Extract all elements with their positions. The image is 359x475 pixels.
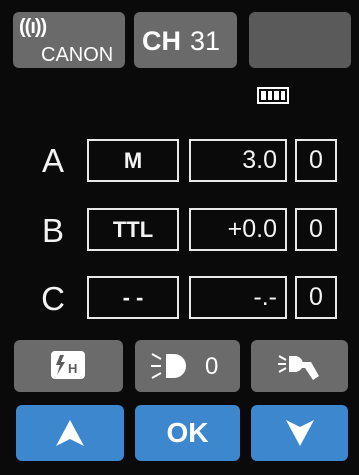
svg-text:H: H bbox=[68, 361, 77, 376]
battery-bar bbox=[274, 91, 279, 100]
brand-label: CANON bbox=[41, 44, 114, 66]
battery-bar bbox=[261, 91, 266, 100]
channel-value: 31 bbox=[190, 26, 221, 56]
modeling-light-value: 0 bbox=[205, 353, 219, 380]
group-b-flash-comp[interactable]: 0 bbox=[295, 208, 337, 251]
channel-button[interactable]: CH 31 bbox=[134, 12, 237, 68]
group-c-flash-comp[interactable]: 0 bbox=[295, 276, 337, 319]
lamp-icon bbox=[277, 350, 323, 387]
battery-bar bbox=[267, 91, 272, 100]
lamp-button[interactable] bbox=[251, 340, 348, 392]
wireless-system-button[interactable]: ((ı)) CANON bbox=[13, 12, 125, 68]
high-speed-sync-icon: H bbox=[51, 351, 85, 379]
ok-button[interactable]: OK bbox=[135, 405, 240, 461]
up-arrow-icon bbox=[56, 420, 84, 446]
group-b-mode[interactable]: TTL bbox=[87, 208, 179, 251]
group-b-label: B bbox=[41, 212, 64, 249]
high-speed-sync-button[interactable]: H bbox=[14, 340, 123, 392]
down-button[interactable] bbox=[251, 405, 348, 461]
down-arrow-icon bbox=[286, 420, 314, 446]
group-b-power[interactable]: +0.0 bbox=[189, 208, 287, 251]
group-c-mode[interactable]: - - bbox=[87, 276, 179, 319]
modeling-light-button[interactable]: 0 bbox=[135, 340, 240, 392]
group-a-label: A bbox=[41, 142, 64, 179]
blank-button[interactable] bbox=[249, 12, 351, 68]
channel-label: CH bbox=[142, 26, 181, 56]
group-c-label: C bbox=[41, 280, 65, 317]
up-button[interactable] bbox=[16, 405, 124, 461]
flash-trigger-screen: ((ı)) CANON CH 31 A M 3.0 0 B TTL +0.0 0… bbox=[0, 0, 359, 475]
modeling-light-icon bbox=[150, 346, 192, 391]
group-a-flash-comp[interactable]: 0 bbox=[295, 139, 337, 182]
ok-label: OK bbox=[166, 417, 209, 448]
group-c-power[interactable]: -.- bbox=[189, 276, 287, 319]
group-a-power[interactable]: 3.0 bbox=[189, 139, 287, 182]
battery-icon bbox=[257, 87, 289, 104]
group-a-mode[interactable]: M bbox=[87, 139, 179, 182]
battery-bar bbox=[280, 91, 285, 100]
wireless-icon: ((ı)) bbox=[19, 16, 47, 38]
